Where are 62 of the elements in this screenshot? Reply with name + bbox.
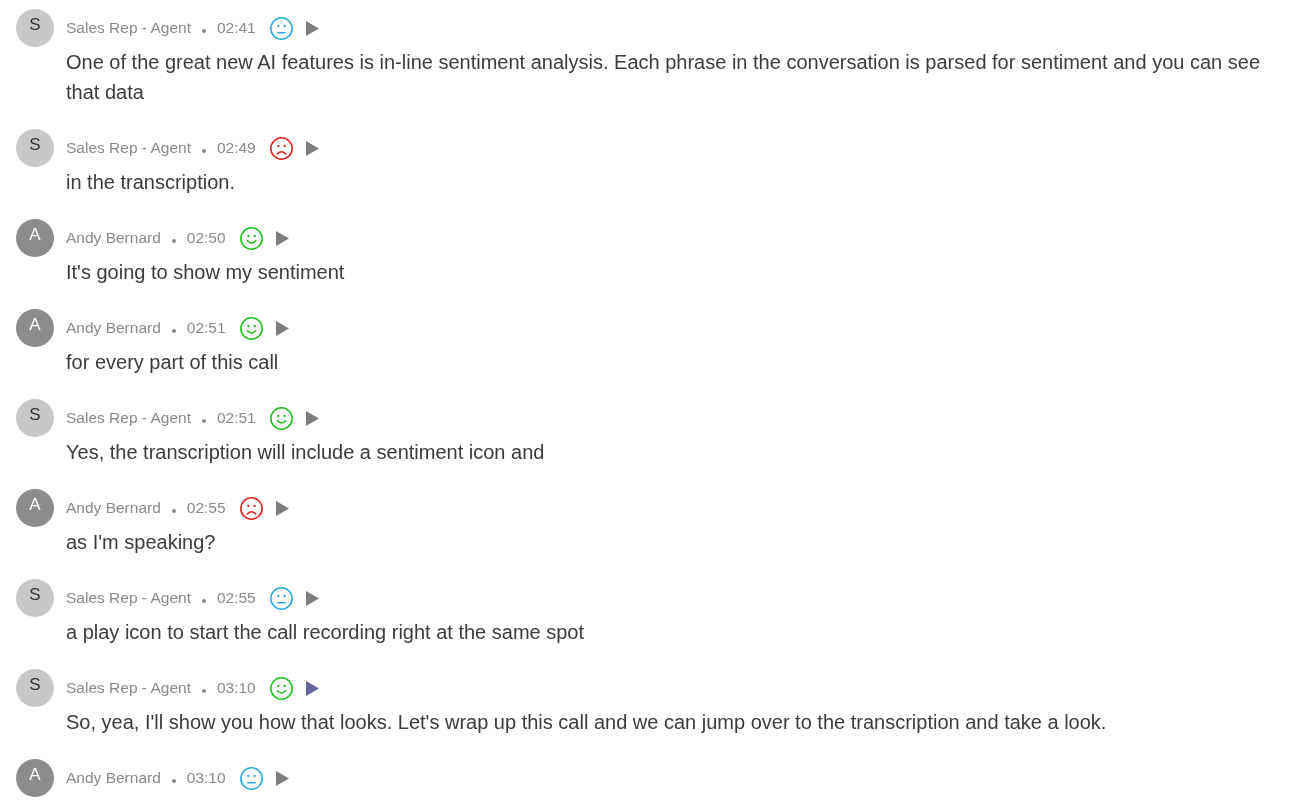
- play-button[interactable]: [304, 589, 321, 607]
- timestamp: 02:50: [186, 228, 226, 249]
- separator-dot-icon: [171, 509, 176, 513]
- timestamp: 02:51: [216, 408, 256, 429]
- timestamp: 02:49: [216, 138, 256, 159]
- play-button[interactable]: [274, 769, 291, 787]
- speaker-name: Sales Rep - Agent: [66, 408, 191, 429]
- play-button[interactable]: [304, 19, 321, 37]
- timestamp: 02:51: [186, 318, 226, 339]
- speaker-name: Andy Bernard: [66, 318, 161, 339]
- play-button[interactable]: [274, 319, 291, 337]
- timestamp: 03:10: [186, 768, 226, 789]
- play-icon: [306, 410, 320, 426]
- avatar: A: [16, 489, 54, 527]
- play-button[interactable]: [304, 409, 321, 427]
- speaker-name: Sales Rep - Agent: [66, 18, 191, 39]
- play-button[interactable]: [304, 679, 321, 697]
- play-icon: [276, 500, 290, 516]
- avatar: S: [16, 399, 54, 437]
- separator-dot-icon: [201, 689, 206, 693]
- separator-dot-icon: [171, 239, 176, 243]
- play-icon: [276, 230, 290, 246]
- play-icon: [306, 140, 320, 156]
- separator-dot-icon: [201, 149, 206, 153]
- avatar: A: [16, 219, 54, 257]
- message-text: in the transcription.: [66, 170, 236, 195]
- separator-dot-icon: [201, 599, 206, 603]
- timestamp: 03:10: [216, 678, 256, 699]
- speaker-name: Andy Bernard: [66, 498, 161, 519]
- separator-dot-icon: [171, 779, 176, 783]
- message-text: as I'm speaking?: [66, 530, 217, 555]
- play-icon: [276, 320, 290, 336]
- timestamp: 02:55: [216, 588, 256, 609]
- separator-dot-icon: [201, 419, 206, 423]
- play-button[interactable]: [274, 229, 291, 247]
- play-button[interactable]: [274, 499, 291, 517]
- avatar: A: [16, 759, 54, 797]
- message-text: Yes, the transcription will include a sentiment icon and: [66, 440, 546, 465]
- avatar: S: [16, 579, 54, 617]
- play-icon: [276, 770, 290, 786]
- avatar: S: [16, 129, 54, 167]
- play-icon: [306, 680, 320, 696]
- speaker-name: Sales Rep - Agent: [66, 138, 191, 159]
- message-text: for every part of this call: [66, 350, 280, 375]
- avatar: S: [16, 669, 54, 707]
- avatar: S: [16, 9, 54, 47]
- message-text: So, yea, I'll show you how that looks. Let's wrap up this call and we can jump over to the transcription and take a look.: [66, 710, 1108, 735]
- play-icon: [306, 20, 320, 36]
- separator-dot-icon: [201, 29, 206, 33]
- message-text: It's going to show my sentiment: [66, 260, 346, 285]
- speaker-name: Sales Rep - Agent: [66, 678, 191, 699]
- speaker-name: Sales Rep - Agent: [66, 588, 191, 609]
- timestamp: 02:41: [216, 18, 256, 39]
- play-button[interactable]: [304, 139, 321, 157]
- timestamp: 02:55: [186, 498, 226, 519]
- separator-dot-icon: [171, 329, 176, 333]
- play-icon: [306, 590, 320, 606]
- avatar: A: [16, 309, 54, 347]
- message-text: One of the great new AI features is in-line sentiment analysis. Each phrase in the conversation is parsed for sentiment and you can see that data: [66, 50, 1261, 105]
- message-text: a play icon to start the call recording right at the same spot: [66, 620, 586, 645]
- speaker-name: Andy Bernard: [66, 228, 161, 249]
- speaker-name: Andy Bernard: [66, 768, 161, 789]
